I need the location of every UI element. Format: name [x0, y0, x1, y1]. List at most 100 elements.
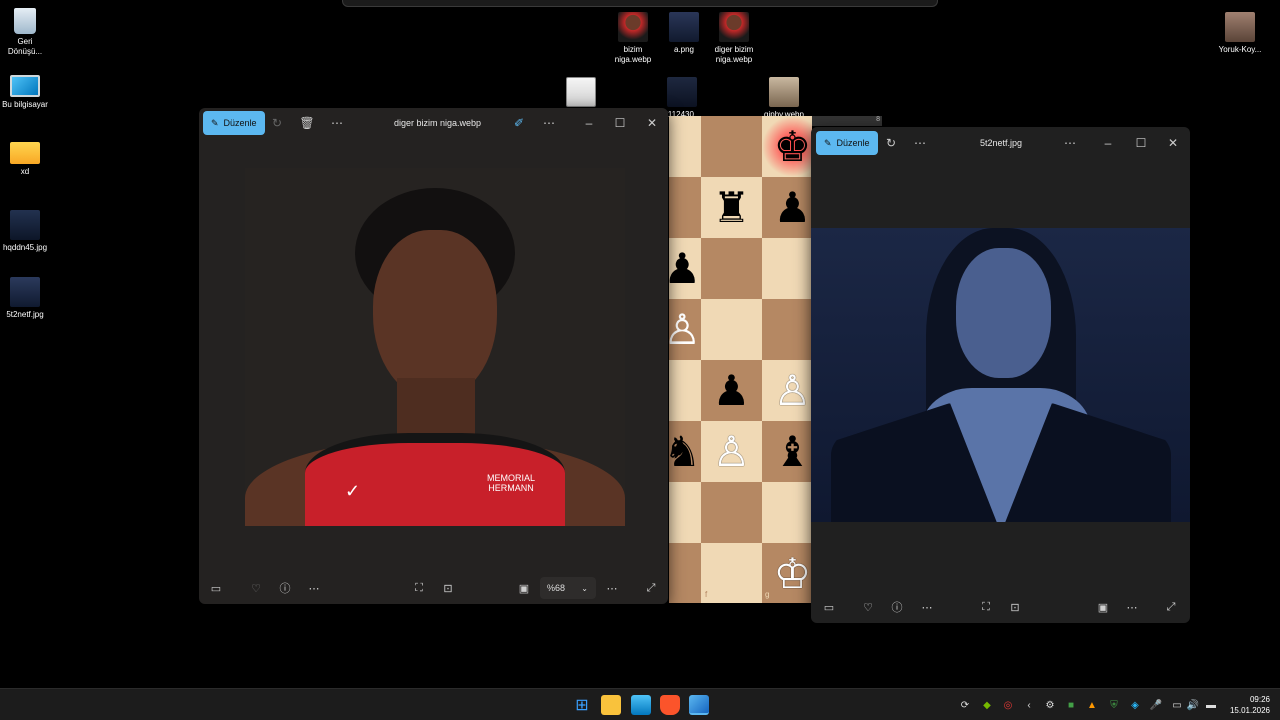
desktop-icon-label: 5t2netf.jpg [6, 310, 44, 319]
fit-screen-icon[interactable]: ⛶ [410, 579, 428, 597]
info-icon[interactable]: ⓘ [276, 579, 294, 597]
bottom-toolbar: ▭ ♡ ⓘ ⋯ ⛶ ⊡ ▣ %68 ⌄ ⋯ ⤢ [199, 573, 668, 603]
chess-board[interactable]: ♚ ♜ ♟ ♟ ♙ ♟ ♙ ♞ ♙ ♝ ♔ f g [669, 116, 812, 603]
clock[interactable]: 09:26 15.01.2026 [1230, 694, 1270, 716]
black-pawn[interactable]: ♟ [701, 360, 762, 421]
sync-icon[interactable]: ⟳ [958, 698, 972, 712]
desktop-icon-diger-bizim-niga[interactable]: diger bizim niga.webp [696, 12, 772, 65]
chess-square[interactable] [669, 482, 701, 543]
chess-square[interactable] [701, 299, 762, 360]
desktop-icon-folder-xd[interactable]: xd [0, 142, 63, 177]
rotate-icon[interactable]: ↻ [881, 133, 901, 153]
photos-active-icon[interactable] [689, 695, 709, 715]
more-icon[interactable]: ⋯ [910, 133, 930, 153]
desktop: Geri Dönüşü... Bu bilgisayar xd hqddn45.… [0, 0, 1280, 688]
more-icon[interactable]: ⋯ [1123, 598, 1141, 616]
edit-button-label: Düzenle [836, 138, 870, 148]
slideshow-icon[interactable]: ▣ [1094, 598, 1112, 616]
white-king[interactable]: ♔ [762, 543, 812, 603]
app-green-icon[interactable]: ■ [1064, 698, 1078, 712]
more-icon[interactable]: ⋯ [305, 579, 323, 597]
network-icon[interactable]: ▭ [1170, 698, 1184, 712]
actual-size-icon[interactable]: ⊡ [1006, 598, 1024, 616]
white-pawn[interactable]: ♙ [669, 299, 701, 360]
more-icon[interactable]: ⋯ [327, 113, 347, 133]
close-icon[interactable]: ✕ [1163, 133, 1183, 153]
nvidia-icon[interactable]: ◆ [980, 698, 994, 712]
more-options-icon[interactable]: ⋯ [539, 113, 559, 133]
volume-icon[interactable]: 🔊 [1186, 698, 1200, 712]
minimize-icon[interactable]: – [1098, 133, 1118, 153]
chevron-left-icon[interactable]: ‹ [1022, 698, 1036, 712]
desktop-icon-hqddn45[interactable]: hqddn45.jpg [0, 210, 63, 253]
black-pawn[interactable]: ♟ [669, 238, 701, 299]
steam-icon[interactable]: ⚙ [1043, 698, 1057, 712]
photos-window-woman[interactable]: ✎ Düzenle ↻ ⋯ 5t2netf.jpg ⋯ – ☐ ✕ ▭ ♡ ⓘ … [811, 127, 1190, 623]
desktop-icon-recycle-bin[interactable]: Geri Dönüşü... [0, 8, 63, 57]
recycle-bin-icon [14, 8, 36, 34]
brave-browser-icon[interactable] [660, 695, 680, 715]
chess-square[interactable] [762, 299, 812, 360]
woman-face [956, 248, 1051, 378]
more-icon[interactable]: ⋯ [603, 579, 621, 597]
black-king-in-check[interactable]: ♚ [762, 116, 812, 177]
close-icon[interactable]: ✕ [642, 113, 662, 133]
photos-window-basketball[interactable]: ✎ Düzenle ↻ 🗑 ⋯ diger bizim niga.webp ✐ … [199, 108, 668, 604]
zoom-dropdown[interactable]: %68 ⌄ [540, 577, 596, 599]
fit-screen-icon[interactable]: ⛶ [977, 598, 995, 616]
windows-start-icon[interactable]: ⊞ [572, 695, 592, 715]
more-icon[interactable]: ⋯ [918, 598, 936, 616]
chess-square[interactable] [669, 177, 701, 238]
top-edge-panel [342, 0, 938, 7]
security-icon[interactable]: ◈ [1128, 698, 1142, 712]
chess-square[interactable] [701, 543, 762, 603]
shield-icon[interactable]: ⛨ [1107, 698, 1121, 712]
more-options-icon[interactable]: ⋯ [1060, 133, 1080, 153]
player-face [373, 230, 497, 400]
chess-square[interactable] [701, 238, 762, 299]
black-pawn[interactable]: ♟ [762, 177, 812, 238]
white-pawn[interactable]: ♙ [701, 421, 762, 482]
filmstrip-icon[interactable]: ▭ [207, 579, 225, 597]
desktop-icon-giphy[interactable]: giphy.webp [746, 77, 822, 120]
chess-square[interactable] [762, 238, 812, 299]
chess-square[interactable] [701, 116, 762, 177]
actual-size-icon[interactable]: ⊡ [439, 579, 457, 597]
opera-icon[interactable]: ◎ [1001, 698, 1015, 712]
edit-button[interactable]: ✎ Düzenle [816, 131, 878, 155]
minimize-icon[interactable]: – [579, 113, 599, 133]
edit-button[interactable]: ✎ Düzenle [203, 111, 265, 135]
black-knight[interactable]: ♞ [669, 421, 701, 482]
photos-app-icon[interactable] [631, 695, 651, 715]
favorite-icon[interactable]: ♡ [247, 579, 265, 597]
desktop-icon-this-pc[interactable]: Bu bilgisayar [0, 75, 63, 110]
info-icon[interactable]: ⓘ [888, 598, 906, 616]
favorite-icon[interactable]: ♡ [859, 598, 877, 616]
filmstrip-icon[interactable]: ▭ [820, 598, 838, 616]
title-bar[interactable]: ✎ Düzenle ↻ 🗑 ⋯ diger bizim niga.webp ✐ … [199, 108, 668, 138]
slideshow-icon[interactable]: ▣ [515, 579, 533, 597]
microphone-icon[interactable]: 🎤 [1149, 698, 1163, 712]
fullscreen-icon[interactable]: ⤢ [642, 579, 660, 597]
desktop-icon-yoruk[interactable]: Yoruk-Koy... [1202, 12, 1278, 55]
chess-square[interactable] [701, 482, 762, 543]
desktop-icon-label: Geri Dönüşü... [7, 37, 43, 56]
white-pawn[interactable]: ♙ [762, 360, 812, 421]
maximize-icon[interactable]: ☐ [610, 113, 630, 133]
discord-icon[interactable]: ▲ [1085, 698, 1099, 712]
edit-image-icon[interactable]: ✐ [509, 113, 529, 133]
chess-square[interactable] [669, 360, 701, 421]
maximize-icon[interactable]: ☐ [1131, 133, 1151, 153]
chess-square[interactable] [762, 482, 812, 543]
trash-icon[interactable]: 🗑 [297, 113, 317, 133]
rotate-icon[interactable]: ↻ [267, 113, 287, 133]
file-explorer-icon[interactable] [601, 695, 621, 715]
battery-icon[interactable]: ▬ [1204, 698, 1218, 712]
black-bishop[interactable]: ♝ [762, 421, 812, 482]
desktop-icon-5t2netf[interactable]: 5t2netf.jpg [0, 277, 63, 320]
chess-square[interactable] [669, 543, 701, 603]
title-bar[interactable]: ✎ Düzenle ↻ ⋯ 5t2netf.jpg ⋯ – ☐ ✕ [811, 127, 1190, 157]
black-rook[interactable]: ♜ [701, 177, 762, 238]
desktop-icon-image[interactable] [543, 77, 619, 110]
fullscreen-icon[interactable]: ⤢ [1162, 598, 1180, 616]
